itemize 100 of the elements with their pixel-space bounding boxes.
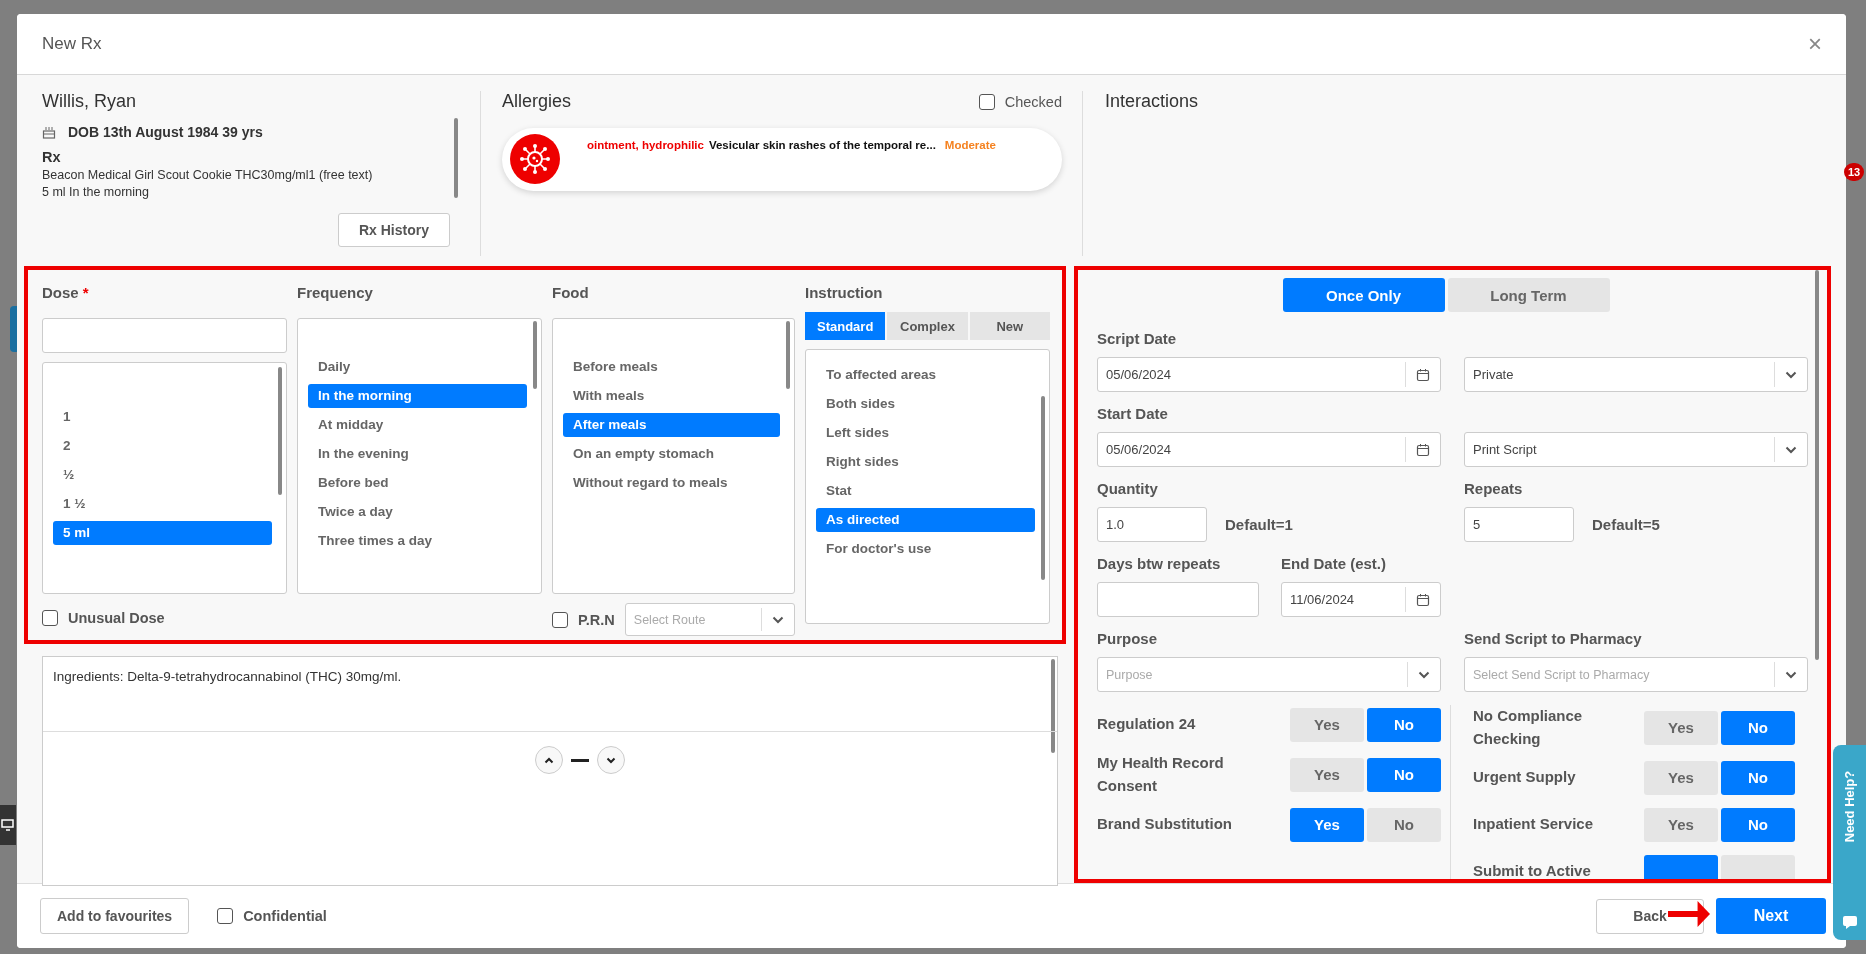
- script-date-label: Script Date: [1097, 330, 1178, 347]
- toggle-option[interactable]: No: [1721, 710, 1795, 745]
- chevron-up-button[interactable]: [535, 746, 563, 774]
- need-help-label: Need Help?: [1842, 770, 1857, 843]
- allergy-severity: Moderate: [944, 139, 996, 151]
- quantity-label: Quantity: [1097, 480, 1159, 497]
- chevron-down-button[interactable]: [597, 746, 625, 774]
- scrollbar[interactable]: [1815, 270, 1819, 660]
- list-item[interactable]: 5 ml: [53, 521, 272, 545]
- notes-area[interactable]: Ingredients: Delta-9-tetrahydrocannabinol (THC) 30mg/ml.: [42, 656, 1058, 886]
- scrollbar[interactable]: [786, 321, 790, 389]
- tab[interactable]: Once Only: [1282, 278, 1445, 312]
- scrollbar[interactable]: [278, 367, 282, 495]
- days-between-input[interactable]: [1097, 582, 1259, 617]
- toggle-option[interactable]: Yes: [1290, 757, 1364, 792]
- toggle-option[interactable]: Yes: [1644, 710, 1718, 745]
- tab[interactable]: New: [969, 312, 1050, 340]
- list-item[interactable]: 1: [53, 405, 272, 429]
- list-item[interactable]: With meals: [563, 384, 780, 408]
- list-item[interactable]: 2: [53, 434, 272, 458]
- rx-detail: Beacon Medical Girl Scout Cookie THC30mg/ml1 (free text): [42, 168, 374, 182]
- toggle-option[interactable]: No: [1367, 757, 1441, 792]
- required-mark: *: [82, 284, 89, 303]
- add-to-favourites-button[interactable]: Add to favourites: [40, 898, 190, 934]
- toggle-option[interactable]: [1721, 854, 1795, 879]
- toggle-option[interactable]: No: [1367, 807, 1441, 842]
- toggle-option[interactable]: Yes: [1290, 807, 1364, 842]
- allergy-reaction: Vesicular skin rashes of the temporal re...: [708, 139, 936, 151]
- confidential-label: Confidential: [243, 908, 327, 924]
- drag-handle[interactable]: [571, 758, 589, 762]
- monitor-icon[interactable]: [0, 805, 16, 845]
- toggle-option[interactable]: No: [1367, 707, 1441, 742]
- list-item[interactable]: As directed: [816, 508, 1035, 532]
- chat-icon: [1841, 914, 1858, 930]
- list-item[interactable]: At midday: [308, 413, 527, 437]
- chevron-down-icon: [772, 615, 784, 624]
- chevron-down-icon: [1785, 670, 1797, 679]
- checkbox[interactable]: [217, 908, 234, 924]
- list-item[interactable]: In the morning: [308, 384, 527, 408]
- quantity-input[interactable]: 1.0: [1097, 507, 1207, 542]
- calendar-icon[interactable]: [1416, 442, 1430, 457]
- toggle-option[interactable]: Yes: [1644, 760, 1718, 795]
- option-label: Submit to Active: [1473, 861, 1591, 879]
- calendar-icon[interactable]: [1416, 592, 1430, 607]
- allergy-substance: ointment, hydrophilic: [587, 139, 704, 151]
- list-item[interactable]: Three times a day: [308, 529, 527, 553]
- start-date-field[interactable]: 05/06/2024: [1097, 432, 1441, 467]
- list-item[interactable]: Stat: [816, 479, 1035, 503]
- virus-icon: [510, 134, 560, 184]
- list-item[interactable]: 1 ½: [53, 492, 272, 516]
- list-item[interactable]: Before meals: [563, 355, 780, 379]
- scrollbar[interactable]: [1051, 659, 1055, 753]
- calendar-icon[interactable]: [1416, 367, 1430, 382]
- toggle-option[interactable]: No: [1721, 760, 1795, 795]
- default-note: Default=1: [1225, 516, 1293, 533]
- notification-badge: 13: [1844, 163, 1864, 181]
- rx-detail: 5 ml In the morning: [42, 185, 150, 199]
- scrollbar[interactable]: [533, 321, 537, 389]
- list-item[interactable]: Both sides: [816, 392, 1035, 416]
- list-item[interactable]: To affected areas: [816, 363, 1035, 387]
- script-type-select[interactable]: Private: [1464, 357, 1808, 392]
- dose-label: Dose: [42, 284, 79, 303]
- list-item[interactable]: Twice a day: [308, 500, 527, 524]
- end-date-field[interactable]: 11/06/2024: [1281, 582, 1441, 617]
- checkbox[interactable]: [552, 611, 568, 628]
- rx-history-button[interactable]: Rx History: [337, 213, 450, 247]
- list-item[interactable]: Left sides: [816, 421, 1035, 445]
- checkbox[interactable]: [42, 610, 58, 626]
- toggle-option[interactable]: No: [1721, 807, 1795, 842]
- next-button[interactable]: Next: [1716, 898, 1826, 934]
- list-item[interactable]: On an empty stomach: [563, 442, 780, 466]
- list-item[interactable]: Before bed: [308, 471, 527, 495]
- script-date-field[interactable]: 05/06/2024: [1097, 357, 1441, 392]
- toggle-option[interactable]: [1644, 854, 1718, 879]
- toggle-option[interactable]: Yes: [1290, 707, 1364, 742]
- scrollbar[interactable]: [1041, 396, 1045, 580]
- patient-name: Willis, Ryan: [42, 91, 137, 112]
- tab[interactable]: Long Term: [1447, 278, 1610, 312]
- print-option-select[interactable]: Print Script: [1464, 432, 1808, 467]
- repeats-input[interactable]: 5: [1464, 507, 1574, 542]
- start-date-label: Start Date: [1097, 405, 1169, 422]
- annotation-arrow: [1668, 901, 1710, 927]
- list-item[interactable]: Daily: [308, 355, 527, 379]
- list-item[interactable]: ½: [53, 463, 272, 487]
- list-item[interactable]: Right sides: [816, 450, 1035, 474]
- list-item[interactable]: Without regard to meals: [563, 471, 780, 495]
- option-label: No Compliance Checking: [1473, 706, 1584, 749]
- dose-input[interactable]: [42, 318, 287, 353]
- checkbox[interactable]: [978, 93, 995, 110]
- tab[interactable]: Standard: [805, 312, 886, 340]
- back-button[interactable]: Back: [1596, 898, 1704, 934]
- scrollbar[interactable]: [454, 118, 458, 198]
- tab[interactable]: Complex: [887, 312, 968, 340]
- toggle-option[interactable]: Yes: [1644, 807, 1718, 842]
- window-title: New Rx: [42, 34, 102, 54]
- list-item[interactable]: In the evening: [308, 442, 527, 466]
- list-item[interactable]: For doctor's use: [816, 537, 1035, 561]
- list-item[interactable]: After meals: [563, 413, 780, 437]
- allergies-heading: Allergies: [502, 91, 572, 112]
- close-button[interactable]: ×: [1804, 30, 1826, 58]
